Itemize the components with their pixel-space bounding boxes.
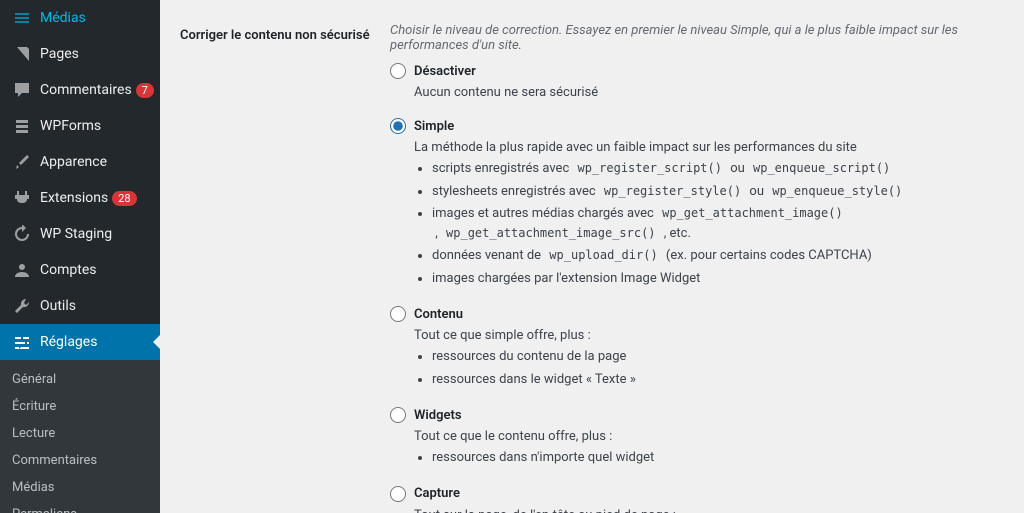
fix-level-option-content: Contenu Tout ce que simple offre, plus : r… [390, 306, 994, 389]
fix-level-option-widgets: Widgets Tout ce que le contenu offre, plu… [390, 407, 994, 468]
sidebar-item-media[interactable]: Médias [0, 0, 160, 36]
radio-off[interactable] [390, 63, 406, 79]
plugin-icon [12, 188, 32, 208]
badge: 7 [136, 83, 154, 98]
badge: 28 [112, 191, 136, 206]
code-ref: wp_enqueue_style() [767, 182, 907, 200]
option-list-item: images et autres médias chargés avec wp_… [432, 204, 994, 243]
option-label[interactable]: Capture [414, 486, 460, 501]
fix-level-option-simple: Simple La méthode la plus rapide avec un … [390, 118, 994, 288]
option-label[interactable]: Simple [414, 119, 454, 134]
code-ref: wp_register_script() [572, 159, 727, 177]
sidebar-item-users[interactable]: Comptes [0, 252, 160, 288]
field-body: Choisir le niveau de correction. Essayez… [380, 8, 1004, 513]
code-ref: wp_upload_dir() [544, 246, 662, 264]
radio-capture[interactable] [390, 486, 406, 502]
option-list: scripts enregistrés avec wp_register_scr… [432, 159, 994, 288]
form-icon [12, 116, 32, 136]
sidebar-item-comment[interactable]: Commentaires 7 [0, 72, 160, 108]
radio-simple[interactable] [390, 118, 406, 134]
sidebar-item-form[interactable]: WPForms [0, 108, 160, 144]
option-list: ressources dans n'importe quel widget [432, 448, 994, 468]
pages-icon [12, 44, 32, 64]
media-icon [12, 8, 32, 28]
option-label[interactable]: Widgets [414, 408, 462, 423]
code-ref: wp_get_attachment_image_src() [441, 224, 661, 242]
field-description: Choisir le niveau de correction. Essayez… [390, 23, 994, 53]
submenu-item[interactable]: Médias [0, 474, 160, 501]
settings-content: Corriger le contenu non sécurisé Choisir… [160, 0, 1024, 513]
sidebar-item-sliders[interactable]: Réglages [0, 324, 160, 360]
submenu-item[interactable]: Commentaires [0, 447, 160, 474]
sidebar-item-plugin[interactable]: Extensions 28 [0, 180, 160, 216]
option-list-item: stylesheets enregistrés avec wp_register… [432, 182, 994, 202]
wrench-icon [12, 296, 32, 316]
sidebar-item-label: Apparence [40, 154, 107, 170]
sidebar-item-label: Outils [40, 298, 76, 314]
admin-sidebar: Médias Pages Commentaires 7 WPForms Apparence… [0, 0, 160, 513]
sidebar-item-pages[interactable]: Pages [0, 36, 160, 72]
option-list-item: ressources du contenu de la page [432, 347, 994, 367]
settings-submenu: GénéralÉcritureLectureCommentairesMédias… [0, 360, 160, 513]
sidebar-item-brush[interactable]: Apparence [0, 144, 160, 180]
option-list-item: données venant de wp_upload_dir() (ex. p… [432, 246, 994, 266]
submenu-item[interactable]: Lecture [0, 420, 160, 447]
option-description: Aucun contenu ne sera sécurisé [414, 85, 994, 100]
sidebar-item-label: Extensions [40, 190, 108, 206]
option-list-item: scripts enregistrés avec wp_register_scr… [432, 159, 994, 179]
option-label[interactable]: Contenu [414, 307, 463, 322]
fix-level-option-capture: Capture Tout sur la page, de l'en-tête au… [390, 486, 994, 513]
field-label: Corriger le contenu non sécurisé [180, 8, 380, 513]
option-description: Tout sur la page, de l'en-tête au pied d… [414, 508, 994, 513]
option-list-item: ressources dans le widget « Texte » [432, 370, 994, 390]
sidebar-item-refresh[interactable]: WP Staging [0, 216, 160, 252]
submenu-item[interactable]: Général [0, 366, 160, 393]
option-intro: Tout ce que simple offre, plus : [414, 328, 994, 343]
option-description: Tout ce que le contenu offre, plus : ress… [414, 429, 994, 468]
radio-widgets[interactable] [390, 407, 406, 423]
sidebar-item-label: Pages [40, 46, 79, 62]
code-ref: wp_get_attachment_image() [657, 204, 848, 222]
option-description: Tout ce que simple offre, plus : ressourc… [414, 328, 994, 389]
option-intro: Tout sur la page, de l'en-tête au pied d… [414, 508, 994, 513]
sidebar-item-wrench[interactable]: Outils [0, 288, 160, 324]
option-label[interactable]: Désactiver [414, 64, 476, 79]
option-intro: Aucun contenu ne sera sécurisé [414, 85, 994, 100]
sidebar-item-label: Comptes [40, 262, 96, 278]
comment-icon [12, 80, 32, 100]
code-ref: wp_register_style() [599, 182, 746, 200]
code-ref: wp_enqueue_script() [748, 159, 895, 177]
option-intro: La méthode la plus rapide avec un faible… [414, 140, 994, 155]
sidebar-item-label: Médias [40, 10, 86, 26]
option-intro: Tout ce que le contenu offre, plus : [414, 429, 994, 444]
brush-icon [12, 152, 32, 172]
fix-level-option-off: Désactiver Aucun contenu ne sera sécurisé [390, 63, 994, 100]
sidebar-item-label: WPForms [40, 118, 101, 134]
radio-content[interactable] [390, 306, 406, 322]
users-icon [12, 260, 32, 280]
sliders-icon [12, 332, 32, 352]
option-list-item: images chargées par l'extension Image Wi… [432, 269, 994, 289]
sidebar-item-label: WP Staging [40, 226, 112, 242]
refresh-icon [12, 224, 32, 244]
sidebar-item-label: Commentaires [40, 82, 132, 98]
sidebar-item-label: Réglages [40, 334, 97, 350]
submenu-item[interactable]: Permaliens [0, 501, 160, 513]
option-list: ressources du contenu de la page ressourc… [432, 347, 994, 389]
submenu-item[interactable]: Écriture [0, 393, 160, 420]
option-list-item: ressources dans n'importe quel widget [432, 448, 994, 468]
option-description: La méthode la plus rapide avec un faible… [414, 140, 994, 288]
